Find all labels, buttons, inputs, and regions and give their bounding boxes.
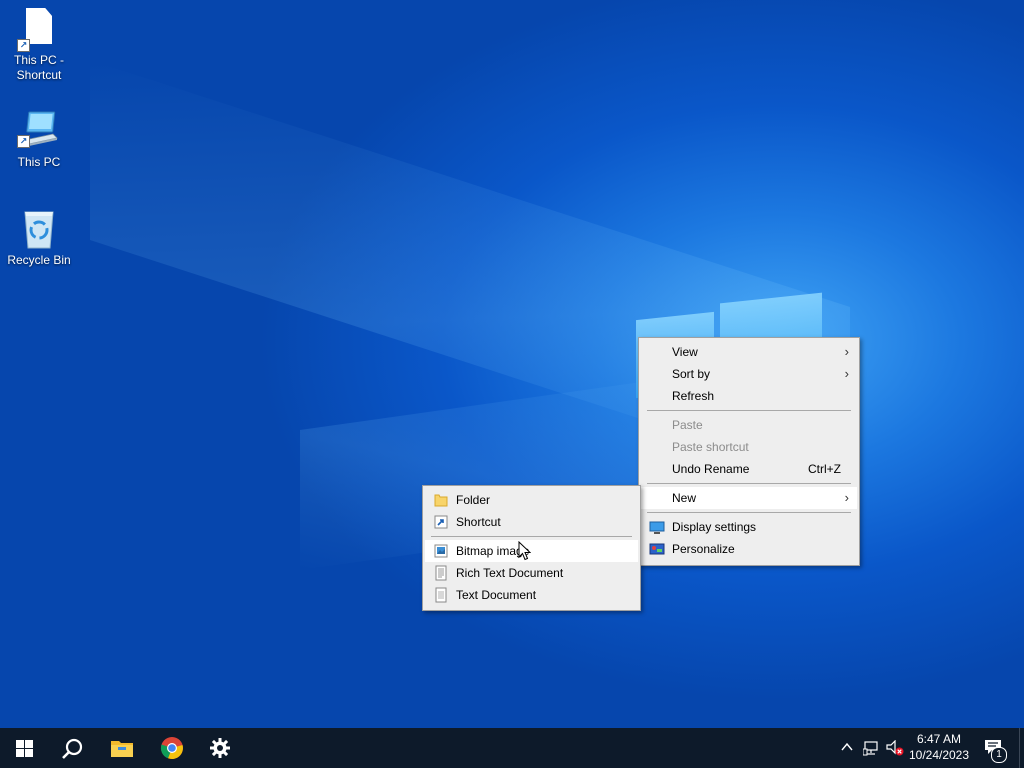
- show-desktop-button[interactable]: [1019, 728, 1024, 768]
- chevron-right-icon: ›: [844, 490, 849, 505]
- display-icon: [649, 519, 665, 535]
- rich-text-document-icon: [433, 565, 449, 581]
- file-explorer-icon: [111, 741, 133, 757]
- chrome-button[interactable]: [148, 728, 196, 768]
- recycle-bin-icon: [19, 208, 59, 252]
- bitmap-image-icon: [433, 543, 449, 559]
- notification-count-badge: 1: [991, 747, 1007, 763]
- desktop-icon-label: This PC: [17, 155, 61, 169]
- submenu-item-rich-text-document[interactable]: Rich Text Document: [425, 562, 638, 584]
- taskbar-clock[interactable]: 6:47 AM 10/24/2023: [904, 731, 974, 763]
- chevron-right-icon: ›: [844, 366, 849, 381]
- desktop-icon-this-pc-shortcut[interactable]: ↗ This PC - Shortcut: [2, 8, 76, 83]
- personalize-icon: [649, 541, 665, 557]
- start-button[interactable]: [0, 728, 48, 768]
- menu-separator: [647, 512, 851, 513]
- folder-icon: [433, 492, 449, 508]
- desktop-icon-this-pc[interactable]: ↗ This PC: [2, 110, 76, 170]
- computer-icon: ↗: [17, 110, 59, 154]
- document-shortcut-icon: ↗: [17, 8, 59, 52]
- network-icon: [863, 741, 878, 756]
- menu-item-view[interactable]: View ›: [641, 341, 857, 363]
- menu-item-refresh[interactable]: Refresh: [641, 385, 857, 407]
- chrome-icon: [160, 737, 183, 760]
- show-hidden-icons-button[interactable]: [838, 728, 856, 768]
- new-submenu: Folder Shortcut Bitmap image Rich Text D…: [422, 485, 641, 611]
- menu-item-paste-shortcut[interactable]: Paste shortcut: [641, 436, 857, 458]
- menu-item-undo-rename[interactable]: Undo Rename Ctrl+Z: [641, 458, 857, 480]
- clock-time: 6:47 AM: [916, 732, 962, 746]
- desktop-context-menu: View › Sort by › Refresh Paste Paste sho…: [638, 337, 860, 566]
- taskbar: 6:47 AM 10/24/2023 1: [0, 728, 1024, 768]
- volume-tray-button[interactable]: [884, 728, 906, 768]
- menu-separator: [647, 483, 851, 484]
- desktop[interactable]: ↗ This PC - Shortcut ↗ This PC Recycle B…: [0, 0, 1024, 728]
- shortcut-icon: [433, 514, 449, 530]
- desktop-icon-label: Recycle Bin: [7, 253, 71, 267]
- menu-item-paste[interactable]: Paste: [641, 414, 857, 436]
- menu-item-display-settings[interactable]: Display settings: [641, 516, 857, 538]
- desktop-icon-label: This PC - Shortcut: [13, 53, 64, 82]
- menu-item-sort-by[interactable]: Sort by ›: [641, 363, 857, 385]
- clock-date: 10/24/2023: [908, 748, 970, 762]
- submenu-item-text-document[interactable]: Text Document: [425, 584, 638, 606]
- menu-item-new[interactable]: New ›: [641, 487, 857, 509]
- submenu-item-bitmap-image[interactable]: Bitmap image: [425, 540, 638, 562]
- volume-muted-icon: [886, 740, 904, 756]
- desktop-icon-recycle-bin[interactable]: Recycle Bin: [2, 208, 76, 268]
- text-document-icon: [433, 587, 449, 603]
- network-tray-button[interactable]: [860, 728, 882, 768]
- menu-separator: [647, 410, 851, 411]
- submenu-item-folder[interactable]: Folder: [425, 489, 638, 511]
- windows-logo-icon: [16, 740, 33, 757]
- file-explorer-button[interactable]: [98, 728, 146, 768]
- action-center-button[interactable]: 1: [980, 728, 1012, 768]
- menu-separator: [431, 536, 632, 537]
- submenu-item-shortcut[interactable]: Shortcut: [425, 511, 638, 533]
- keyboard-shortcut-label: Ctrl+Z: [808, 462, 841, 476]
- chevron-up-icon: [841, 742, 853, 751]
- search-button[interactable]: [48, 728, 96, 768]
- mouse-cursor-icon: [518, 541, 531, 561]
- chevron-right-icon: ›: [844, 344, 849, 359]
- menu-item-personalize[interactable]: Personalize: [641, 538, 857, 560]
- settings-button[interactable]: [196, 728, 244, 768]
- search-icon: [62, 738, 83, 759]
- gear-icon: [210, 738, 230, 758]
